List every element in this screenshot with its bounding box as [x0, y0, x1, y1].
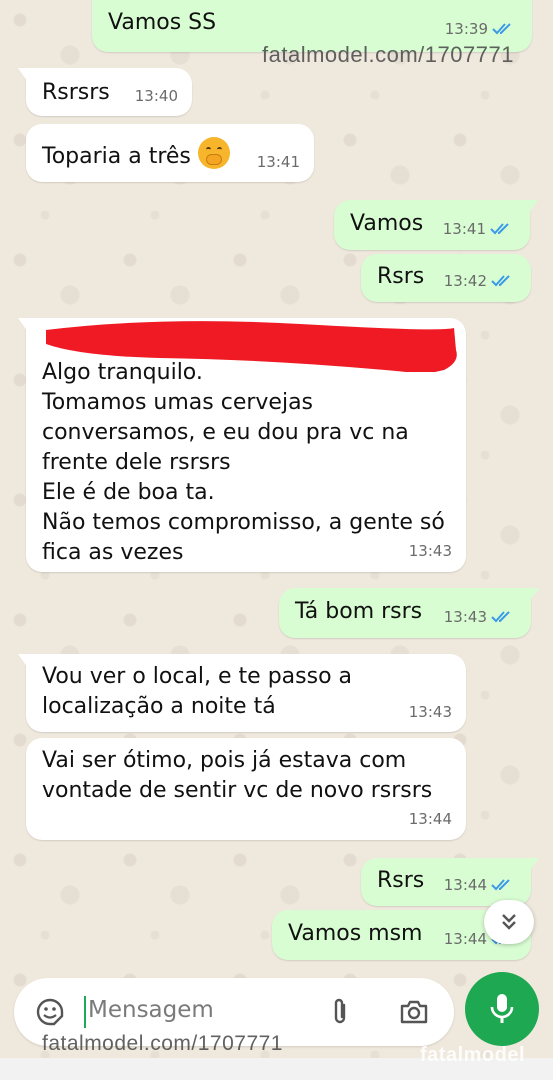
message-text: Rsrs: [377, 264, 425, 289]
attach-icon[interactable]: [324, 996, 356, 1028]
message-time: 13:43: [443, 608, 487, 626]
double-check-icon: [492, 22, 516, 36]
message-meta: 13:42: [444, 266, 515, 296]
message-meta: 13:41: [443, 214, 514, 244]
redaction-scribble: [46, 321, 457, 372]
text-caret: [84, 996, 86, 1028]
message-time: 13:44: [443, 876, 487, 894]
message-text: Tá bom rsrs: [295, 599, 423, 624]
mic-icon: [490, 994, 514, 1023]
message-time: 13:41: [256, 153, 300, 171]
message-meta: 13:43: [444, 602, 515, 632]
message-meta: 13:39: [445, 14, 516, 44]
message-time: 13:41: [442, 220, 486, 238]
message-bubble-outgoing[interactable]: Rsrs 13:44: [361, 858, 539, 906]
double-check-icon: [490, 222, 514, 236]
watermark-text-bottom: fatalmodel.com/1707771: [42, 1032, 283, 1055]
double-check-icon: [491, 274, 515, 288]
hand-over-mouth-emoji-icon: [197, 137, 230, 169]
message-meta: 13:44: [444, 870, 515, 900]
message-time: 13:40: [134, 87, 178, 105]
watermark-brand-logo: fatalmodel: [420, 1044, 526, 1066]
message-time: 13:43: [408, 703, 452, 721]
message-bubble-incoming[interactable]: Rsrsrs 13:40: [18, 68, 192, 116]
double-check-icon: [491, 610, 515, 624]
message-text: Vamos SS: [108, 10, 217, 35]
message-bubble-outgoing[interactable]: Vamos 13:41: [334, 200, 538, 250]
voice-message-button[interactable]: [465, 972, 539, 1046]
message-text-content: Toparia a três: [42, 144, 191, 169]
message-time: 13:44: [408, 810, 452, 828]
watermark-text-top: fatalmodel.com/1707771: [262, 42, 514, 67]
message-time: 13:39: [444, 20, 488, 38]
message-time: 13:42: [443, 272, 487, 290]
message-text: Rsrs: [377, 868, 425, 893]
message-time: 13:43: [408, 542, 452, 560]
scroll-to-bottom-button[interactable]: [484, 900, 534, 944]
message-bubble-incoming[interactable]: Toparia a três 13:41: [26, 124, 314, 182]
message-text: Rsrsrs: [42, 80, 110, 105]
message-input[interactable]: Mensagem: [88, 997, 214, 1023]
message-text: Vou ver o local, e te passo a localizaçã…: [42, 664, 353, 719]
message-bubble-incoming[interactable]: Vai ser ótimo, pois já estava com vontad…: [26, 738, 466, 840]
message-text: Toparia a três: [42, 137, 230, 172]
message-bubble-incoming[interactable]: Vou ver o local, e te passo a localizaçã…: [18, 654, 466, 732]
message-text: Algo tranquilo. Tomamos umas cervejas co…: [42, 360, 445, 565]
message-bubble-outgoing[interactable]: Rsrs 13:42: [361, 254, 531, 302]
message-text: Vamos msm: [288, 921, 423, 946]
message-time: 13:44: [443, 930, 487, 948]
message-text: Vamos: [350, 211, 424, 236]
message-text: Vai ser ótimo, pois já estava com vontad…: [42, 748, 433, 803]
double-chevron-down-icon: [502, 914, 516, 930]
double-check-icon: [491, 878, 515, 892]
camera-icon[interactable]: [398, 996, 430, 1028]
sticker-icon[interactable]: [34, 996, 66, 1028]
message-bubble-outgoing[interactable]: Tá bom rsrs 13:43: [279, 588, 539, 638]
